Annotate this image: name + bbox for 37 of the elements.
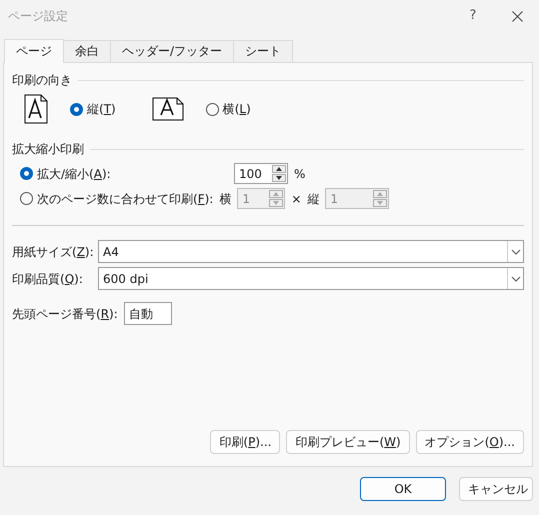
button[interactable]: 印刷プレビュー(W) xyxy=(286,430,410,454)
radio-label: 横(L) xyxy=(222,101,251,118)
section-label: 印刷の向き xyxy=(12,72,72,89)
radio-button[interactable] xyxy=(70,102,83,116)
field-label: 印刷品質(Q): xyxy=(12,270,84,288)
times-sign: × xyxy=(291,190,302,208)
tab[interactable]: ページ xyxy=(4,39,64,63)
radio-label: 拡大/縮小(A): xyxy=(37,166,111,182)
field-label: 横 xyxy=(219,190,232,208)
button[interactable]: 印刷(P)... xyxy=(210,430,280,454)
button[interactable]: OK xyxy=(360,477,446,501)
radio-label: 縦(T) xyxy=(87,101,116,118)
landscape-page-icon xyxy=(152,97,184,121)
help-button[interactable]: ? xyxy=(451,0,495,32)
radio-button[interactable] xyxy=(20,192,33,205)
down-arrow-icon xyxy=(273,175,285,181)
button[interactable]: オプション(O)... xyxy=(416,430,524,454)
radio-label: 次のページ数に合わせて印刷(F): xyxy=(37,190,214,208)
button[interactable]: キャンセル xyxy=(459,477,533,501)
close-icon xyxy=(512,10,522,22)
portrait-page-icon xyxy=(24,94,48,124)
dropdown[interactable]: A4 xyxy=(98,240,524,263)
field-label: 先頭ページ番号(R): xyxy=(12,306,118,322)
tab[interactable]: シート xyxy=(233,40,294,62)
field-label: 用紙サイズ(Z): xyxy=(12,244,95,260)
percent-sign: % xyxy=(294,166,306,182)
dropdown[interactable]: 600 dpi xyxy=(98,267,524,290)
radio-button[interactable] xyxy=(20,167,33,180)
window-title: ページ設定 xyxy=(8,8,69,25)
number-spinner[interactable]: 100 xyxy=(234,163,288,184)
field-label: 縦 xyxy=(307,190,320,208)
section-label: 拡大縮小印刷 xyxy=(12,141,84,158)
up-arrow-icon xyxy=(273,166,285,172)
chevron-down-icon xyxy=(510,248,520,254)
input-field[interactable]: 自動 xyxy=(124,302,172,325)
chevron-down-icon xyxy=(510,276,520,282)
radio-button[interactable] xyxy=(206,102,219,116)
